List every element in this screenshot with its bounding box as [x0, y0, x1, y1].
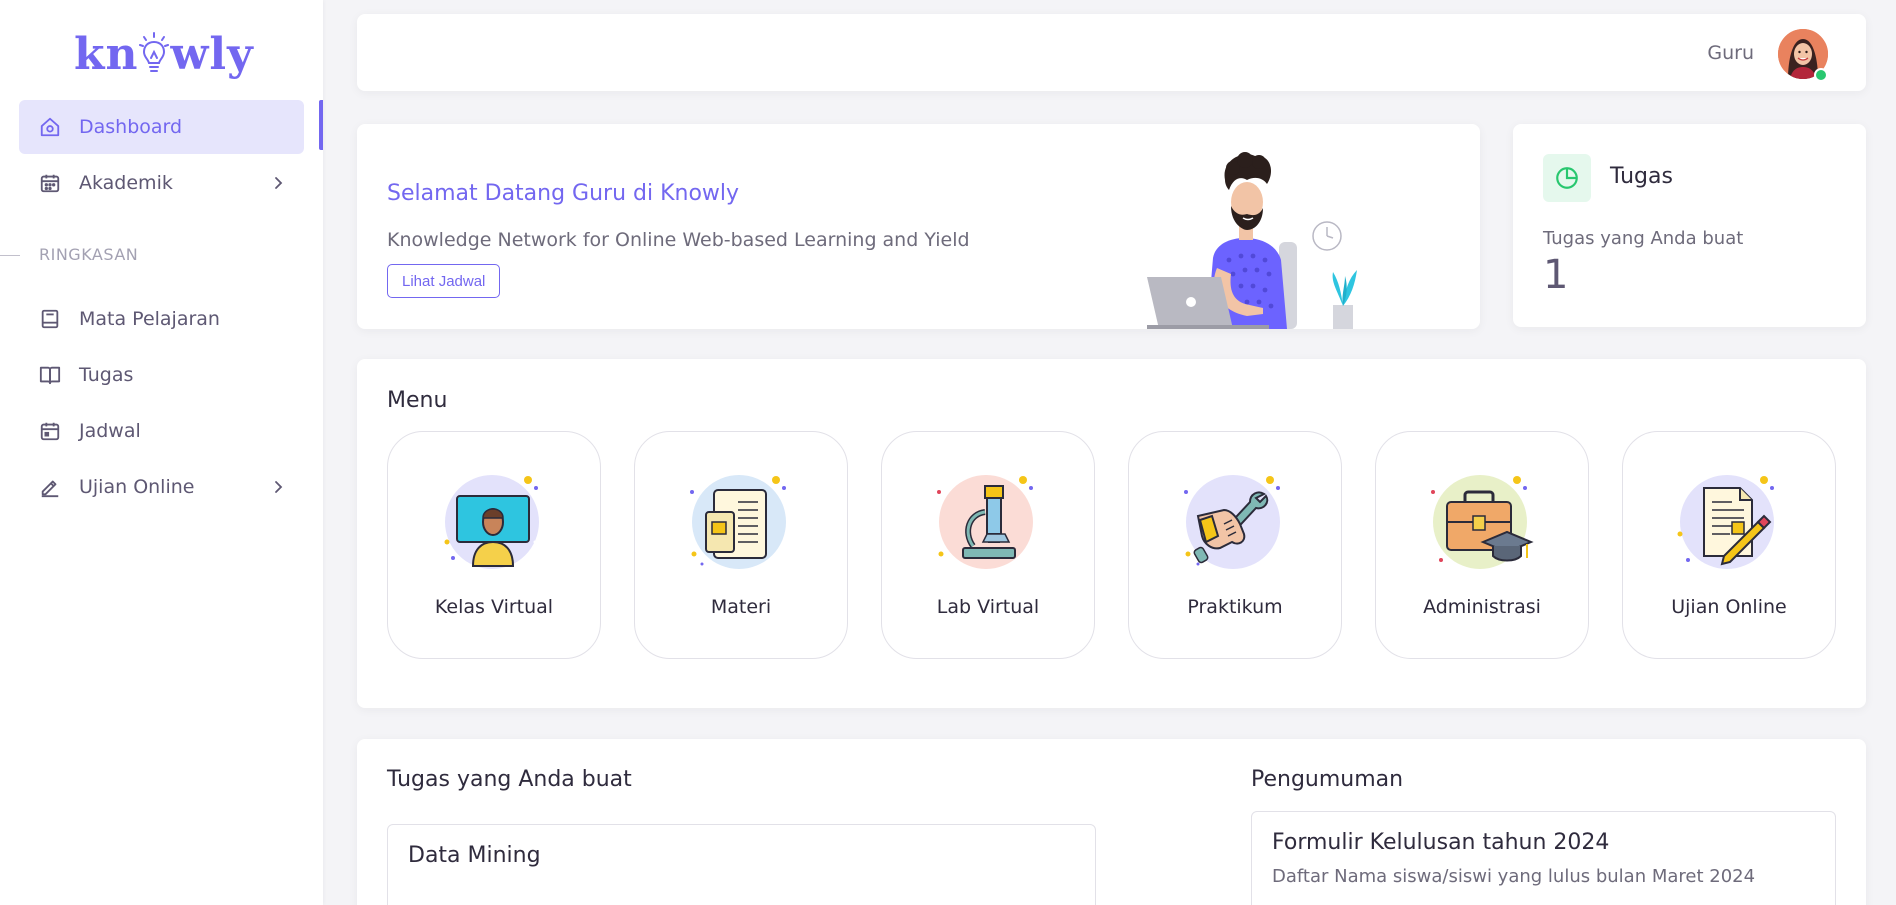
microscope-icon [937, 475, 1033, 569]
announcement-item[interactable]: Formulir Kelulusan tahun 2024 Daftar Nam… [1251, 811, 1836, 905]
knowly-logo[interactable]: kn wly [74, 24, 254, 84]
sidebar-item-dashboard[interactable]: Dashboard [19, 100, 304, 154]
announcements-title: Pengumuman [1251, 767, 1404, 792]
tugas-count: 1 [1543, 252, 1569, 298]
home-icon [39, 116, 61, 138]
section-label-ringkasan: RINGKASAN [39, 245, 139, 264]
sidebar-item-label: Jadwal [79, 420, 141, 442]
task-item[interactable]: Data Mining [387, 824, 1096, 905]
sidebar-item-label: Ujian Online [79, 476, 195, 498]
pie-chart-icon [1543, 154, 1591, 202]
calendar-icon [39, 172, 61, 194]
sidebar-item-label: Tugas [79, 364, 134, 386]
virtual-class-icon [444, 475, 539, 569]
lihat-jadwal-button[interactable]: Lihat Jadwal [387, 264, 501, 298]
lightbulb-icon [139, 32, 170, 72]
menu-tile-materi[interactable]: Materi [634, 431, 848, 659]
top-navbar: Guru [357, 14, 1866, 91]
logo-text-right: wly [170, 28, 254, 80]
sidebar-item-jadwal[interactable]: Jadwal [19, 404, 304, 458]
sidebar-item-akademik[interactable]: Akademik [19, 156, 304, 210]
tugas-card-subtitle: Tugas yang Anda buat [1543, 228, 1744, 249]
menu-title: Menu [387, 388, 448, 413]
menu-tile-kelas-virtual[interactable]: Kelas Virtual [387, 431, 601, 659]
exam-paper-icon [1677, 475, 1774, 569]
menu-tile-label: Ujian Online [1671, 596, 1787, 618]
calendar-filled-icon [39, 420, 61, 442]
chevron-right-icon [275, 481, 283, 493]
logo-text-left: kn [74, 28, 139, 80]
menu-tile-label: Lab Virtual [936, 596, 1040, 618]
user-name[interactable]: Guru [1707, 42, 1754, 64]
sidebar-item-mata-pelajaran[interactable]: Mata Pelajaran [19, 292, 304, 346]
menu-card: Menu Kelas Virtual Materi Lab Virtual Pr… [357, 359, 1866, 708]
active-indicator [319, 100, 323, 150]
book-icon [39, 308, 61, 330]
wrench-hand-icon [1184, 475, 1280, 569]
document-scroll-icon [690, 475, 786, 569]
open-book-icon [39, 364, 61, 386]
online-status-dot [1814, 68, 1828, 82]
sidebar-item-tugas[interactable]: Tugas [19, 348, 304, 402]
tasks-title: Tugas yang Anda buat [387, 767, 632, 792]
chevron-right-icon [275, 177, 283, 189]
tugas-card-title: Tugas [1610, 164, 1673, 189]
menu-tile-label: Praktikum [1187, 596, 1283, 618]
tasks-announcements-card: Tugas yang Anda buat Data Mining Pengumu… [357, 739, 1866, 905]
welcome-subtitle: Knowledge Network for Online Web-based L… [387, 229, 970, 251]
menu-tile-lab-virtual[interactable]: Lab Virtual [881, 431, 1095, 659]
announcement-item-subtitle: Daftar Nama siswa/siswi yang lulus bulan… [1272, 866, 1756, 887]
menu-tile-label: Kelas Virtual [434, 596, 554, 618]
menu-tile-praktikum[interactable]: Praktikum [1128, 431, 1342, 659]
sidebar-item-label: Akademik [79, 172, 173, 194]
welcome-title: Selamat Datang Guru di Knowly [387, 181, 740, 206]
menu-tile-ujian-online[interactable]: Ujian Online [1622, 431, 1836, 659]
menu-tile-administrasi[interactable]: Administrasi [1375, 431, 1589, 659]
sidebar-item-ujian-online[interactable]: Ujian Online [19, 460, 304, 514]
menu-tile-label: Administrasi [1423, 596, 1541, 618]
sidebar-item-label: Mata Pelajaran [79, 308, 220, 330]
task-item-title: Data Mining [408, 843, 541, 868]
section-divider [0, 255, 20, 256]
announcement-item-title: Formulir Kelulusan tahun 2024 [1272, 830, 1610, 855]
pencil-icon [39, 476, 61, 498]
sidebar-item-label: Dashboard [79, 116, 183, 138]
welcome-card: Selamat Datang Guru di Knowly Knowledge … [357, 124, 1480, 329]
sidebar: kn wly Dashboard Akademik RINGKASAN Mata… [0, 0, 323, 905]
tugas-summary-card[interactable]: Tugas Tugas yang Anda buat 1 [1513, 124, 1866, 327]
teacher-laptop-illustration [1147, 152, 1357, 329]
briefcase-graduation-icon [1431, 475, 1534, 569]
menu-tile-label: Materi [710, 596, 772, 618]
